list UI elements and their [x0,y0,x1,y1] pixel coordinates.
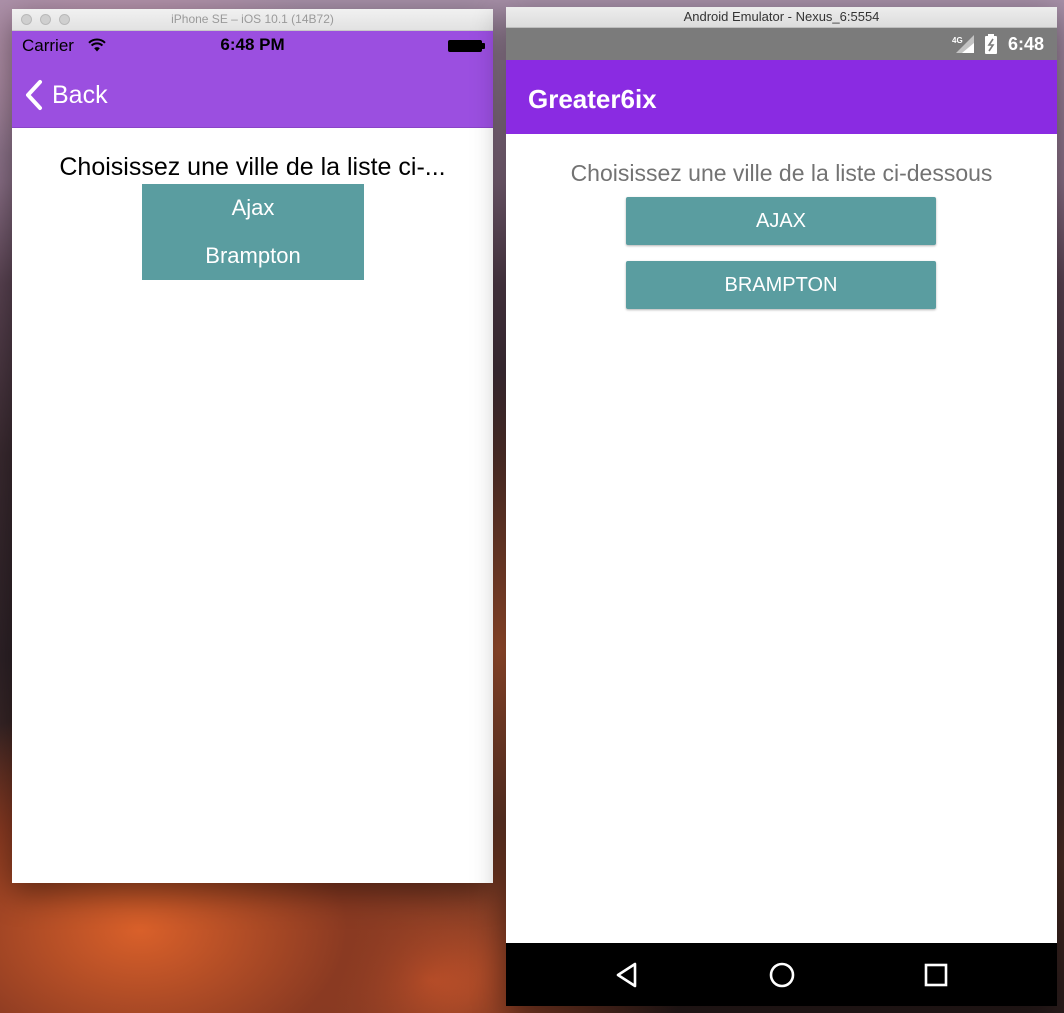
android-window-title: Android Emulator - Nexus_6:5554 [506,7,1057,28]
page-heading: Choisissez une ville de la liste ci-... [59,153,446,181]
battery-icon [985,34,997,54]
cell-signal-icon: 4G [952,35,974,53]
ios-page-content: Choisissez une ville de la liste ci-... … [12,128,493,883]
battery-tip [482,43,485,49]
ios-window-titlebar: iPhone SE – iOS 10.1 (14B72) [12,9,493,31]
network-type-label: 4G [952,36,963,45]
city-list: Ajax Brampton [142,184,364,280]
android-page-content: Choisissez une ville de la liste ci-dess… [506,134,1057,944]
city-item-ajax[interactable]: Ajax [142,184,364,232]
city-button-ajax[interactable]: AJAX [626,197,936,245]
android-emulator-window: Android Emulator - Nexus_6:5554 4G 6:48 … [506,7,1057,1006]
back-label: Back [52,80,108,109]
android-navigation-bar [506,943,1057,1006]
status-time: 6:48 [1008,34,1045,54]
back-triangle-icon[interactable] [613,960,643,990]
status-time: 6:48 PM [220,35,285,54]
android-app-bar: Greater6ix [506,60,1057,134]
city-button-brampton[interactable]: BRAMPTON [626,261,936,309]
recents-square-icon[interactable] [921,960,951,990]
back-button[interactable]: Back [24,78,108,112]
ios-window-title: iPhone SE – iOS 10.1 (14B72) [171,12,334,26]
city-item-brampton[interactable]: Brampton [142,232,364,280]
ios-status-bar: Carrier 6:48 PM [12,31,493,58]
ios-navigation-bar: Back [12,58,493,128]
home-circle-icon[interactable] [767,960,797,990]
app-title: Greater6ix [528,84,657,114]
ios-simulator-window: iPhone SE – iOS 10.1 (14B72) Carrier 6:4… [12,9,493,883]
page-heading: Choisissez une ville de la liste ci-dess… [570,160,993,186]
battery-icon [448,40,482,52]
android-status-bar: 4G 6:48 [506,28,1057,60]
chevron-left-icon [26,80,42,110]
